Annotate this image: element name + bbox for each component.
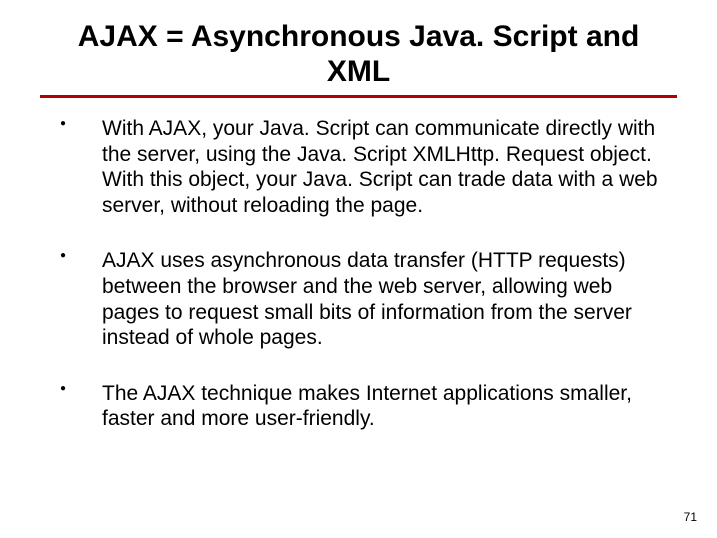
bullet-item: AJAX uses asynchronous data transfer (HT… bbox=[60, 248, 667, 350]
slide: AJAX = Asynchronous Java. Script and XML… bbox=[0, 0, 717, 538]
bullet-item: With AJAX, your Java. Script can communi… bbox=[60, 116, 667, 218]
bullet-list: With AJAX, your Java. Script can communi… bbox=[40, 116, 677, 432]
title-underline bbox=[40, 95, 677, 98]
page-number: 71 bbox=[684, 510, 697, 524]
bullet-item: The AJAX technique makes Internet applic… bbox=[60, 381, 667, 432]
slide-title: AJAX = Asynchronous Java. Script and XML bbox=[40, 20, 677, 89]
